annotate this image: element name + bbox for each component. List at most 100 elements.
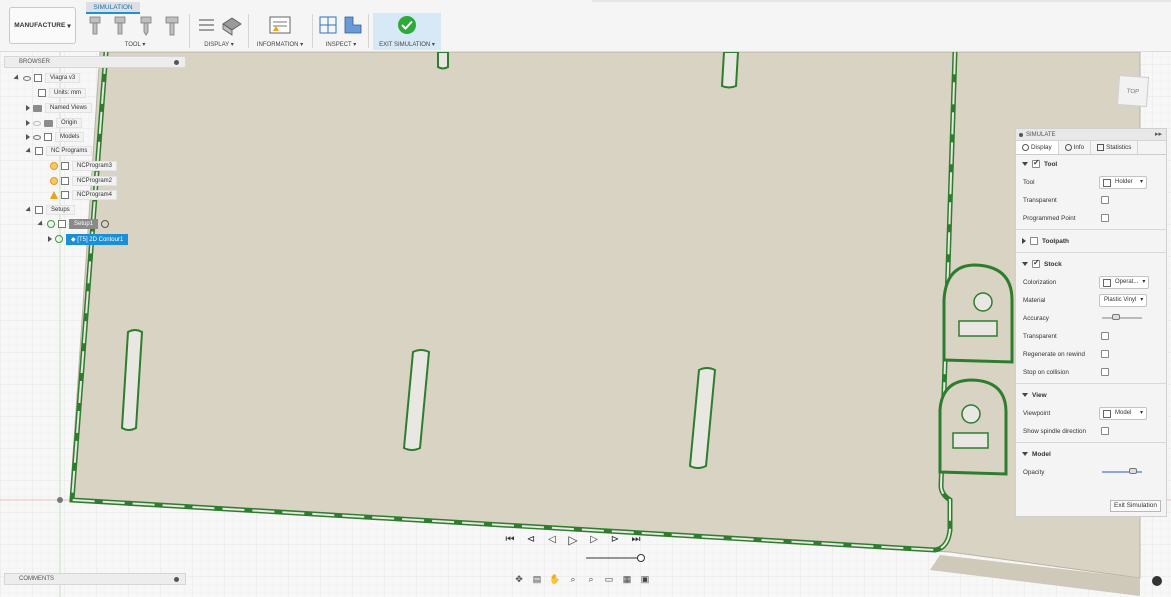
grid-settings-icon[interactable]: ▦	[620, 573, 634, 585]
expand-caret-icon[interactable]	[1022, 238, 1026, 244]
toolpath-visible-checkbox[interactable]	[1030, 237, 1038, 245]
viewpoint-dropdown[interactable]: Model	[1099, 407, 1147, 420]
display-settings-icon[interactable]: ▭	[602, 573, 616, 585]
accuracy-slider[interactable]	[1102, 314, 1142, 320]
opacity-slider-knob[interactable]	[1129, 468, 1138, 474]
inspect-icons	[319, 16, 362, 34]
section-divider	[1016, 229, 1166, 230]
timeline-handle[interactable]	[637, 554, 645, 562]
step-back-icon[interactable]: ◁	[545, 534, 559, 546]
help-icon[interactable]	[1152, 576, 1162, 586]
tree-item-setup1[interactable]: Setup1	[37, 218, 110, 230]
pan-hand-icon[interactable]: ✋	[548, 573, 562, 585]
visibility-eye-icon[interactable]	[33, 120, 41, 126]
simulate-title: SIMULATE	[1026, 132, 1056, 138]
workspace-label: MANUFACTURE	[14, 22, 66, 29]
skip-to-start-icon[interactable]: ⏮	[503, 534, 517, 546]
tab-statistics[interactable]: Statistics	[1091, 141, 1139, 154]
panel-pin-icon[interactable]	[1019, 133, 1023, 137]
stock-visible-checkbox[interactable]	[1032, 258, 1040, 268]
expand-icon[interactable]	[25, 206, 33, 214]
zoom-window-icon[interactable]: ⌕	[584, 573, 598, 585]
model-section-header[interactable]: Model	[1016, 445, 1166, 463]
stop-collision-checkbox[interactable]	[1101, 368, 1109, 376]
exit-simulation-button[interactable]: Exit Simulation	[1110, 500, 1161, 512]
tree-item-units[interactable]: Units: mm	[38, 87, 86, 99]
tree-item-document[interactable]: Viagra v3	[13, 72, 81, 84]
tree-item-models[interactable]: Models	[26, 131, 85, 143]
expand-icon[interactable]	[26, 105, 30, 111]
viewcube[interactable]: TOP	[1116, 74, 1150, 108]
material-dropdown[interactable]: Plastic Vinyl	[1099, 294, 1148, 307]
accuracy-slider-knob[interactable]	[1111, 314, 1120, 320]
browser-header[interactable]: BROWSER	[4, 56, 186, 68]
visibility-eye-icon[interactable]	[23, 75, 31, 81]
viewports-icon[interactable]: ▣	[638, 573, 652, 585]
expand-icon[interactable]	[26, 120, 30, 126]
zoom-icon[interactable]: ⌕	[566, 573, 580, 585]
stock-section-header[interactable]: Stock	[1016, 255, 1166, 273]
collapse-caret-icon[interactable]	[1022, 452, 1028, 456]
regenerate-checkbox[interactable]	[1101, 350, 1109, 358]
section-title: Model	[1032, 450, 1051, 458]
tool-transparent-checkbox[interactable]	[1101, 196, 1109, 204]
tree-item-2d-contour[interactable]: ◆ [T5] 2D Contour1	[48, 233, 129, 245]
exit-simulation-group[interactable]: EXIT SIMULATION ▾	[373, 13, 441, 50]
expand-icon[interactable]	[25, 147, 33, 155]
skip-to-end-icon[interactable]: ⏭	[629, 534, 643, 546]
tree-item-origin[interactable]: Origin	[26, 117, 83, 129]
browser-pin-icon[interactable]	[174, 60, 179, 65]
inspect-group[interactable]: INSPECT ▾	[316, 14, 366, 50]
workspace-switcher[interactable]: MANUFACTURE ▾	[9, 7, 76, 44]
colorization-dropdown[interactable]: Operat...	[1099, 276, 1150, 289]
programmed-point-checkbox[interactable]	[1101, 214, 1109, 222]
expand-icon[interactable]	[37, 220, 45, 228]
tree-item-label: Named Views	[45, 103, 92, 113]
information-group[interactable]: INFORMATION ▾	[253, 14, 307, 50]
colorization-icon	[1103, 279, 1111, 287]
tool-visible-checkbox[interactable]	[1032, 158, 1040, 168]
tree-item-ncprogram4[interactable]: NCProgram4	[50, 189, 118, 201]
section-divider	[1016, 383, 1166, 384]
tree-item-setups[interactable]: Setups	[25, 204, 75, 216]
tree-item-ncprogram2[interactable]: NCProgram2	[50, 175, 118, 187]
tab-simulation[interactable]: SIMULATION	[86, 2, 140, 14]
model-icon	[44, 133, 52, 141]
play-icon[interactable]: ▷	[566, 534, 580, 546]
target-icon[interactable]	[101, 220, 110, 228]
tree-item-named-views[interactable]: Named Views	[26, 102, 92, 114]
expand-icon[interactable]	[48, 236, 52, 242]
expand-panel-icon[interactable]: ▸▸	[1155, 129, 1162, 141]
tab-display[interactable]: Display	[1016, 141, 1059, 154]
previous-operation-icon[interactable]: ⊲	[524, 534, 538, 546]
orbit-icon[interactable]: ✥	[512, 573, 526, 585]
collapse-caret-icon[interactable]	[1022, 393, 1028, 397]
opacity-slider[interactable]	[1102, 468, 1142, 474]
comments-bar[interactable]: COMMENTS	[4, 573, 186, 585]
collapse-caret-icon[interactable]	[1022, 262, 1028, 266]
tool-section-header[interactable]: Tool	[1016, 155, 1166, 173]
step-forward-icon[interactable]: ▷	[587, 534, 601, 546]
tree-item-ncprogram3[interactable]: NCProgram3	[50, 160, 118, 172]
spindle-direction-checkbox[interactable]	[1101, 427, 1109, 435]
simulate-panel-header[interactable]: SIMULATE ▸▸	[1016, 129, 1166, 141]
comments-add-icon[interactable]	[174, 577, 179, 582]
tree-item-nc-programs[interactable]: NC Programs	[25, 145, 93, 157]
viewport-canvas[interactable]	[0, 52, 1171, 597]
visibility-eye-icon[interactable]	[33, 134, 41, 140]
playback-timeline[interactable]	[586, 552, 648, 564]
tool-group[interactable]: TOOL ▾	[88, 14, 182, 50]
stock-transparent-checkbox[interactable]	[1101, 332, 1109, 340]
toolpath-section-header[interactable]: Toolpath	[1016, 232, 1166, 250]
next-operation-icon[interactable]: ⊳	[608, 534, 622, 546]
collapse-caret-icon[interactable]	[1022, 162, 1028, 166]
colorization-label: Colorization	[1023, 278, 1057, 286]
tool-dropdown[interactable]: Holder	[1099, 176, 1147, 189]
expand-icon[interactable]	[13, 74, 21, 82]
display-group[interactable]: DISPLAY ▾	[196, 14, 242, 50]
tab-info[interactable]: Info	[1059, 141, 1092, 154]
tree-item-label: Units: mm	[49, 88, 86, 98]
view-section-header[interactable]: View	[1016, 386, 1166, 404]
expand-icon[interactable]	[26, 134, 30, 140]
look-at-icon[interactable]: ▤	[530, 573, 544, 585]
